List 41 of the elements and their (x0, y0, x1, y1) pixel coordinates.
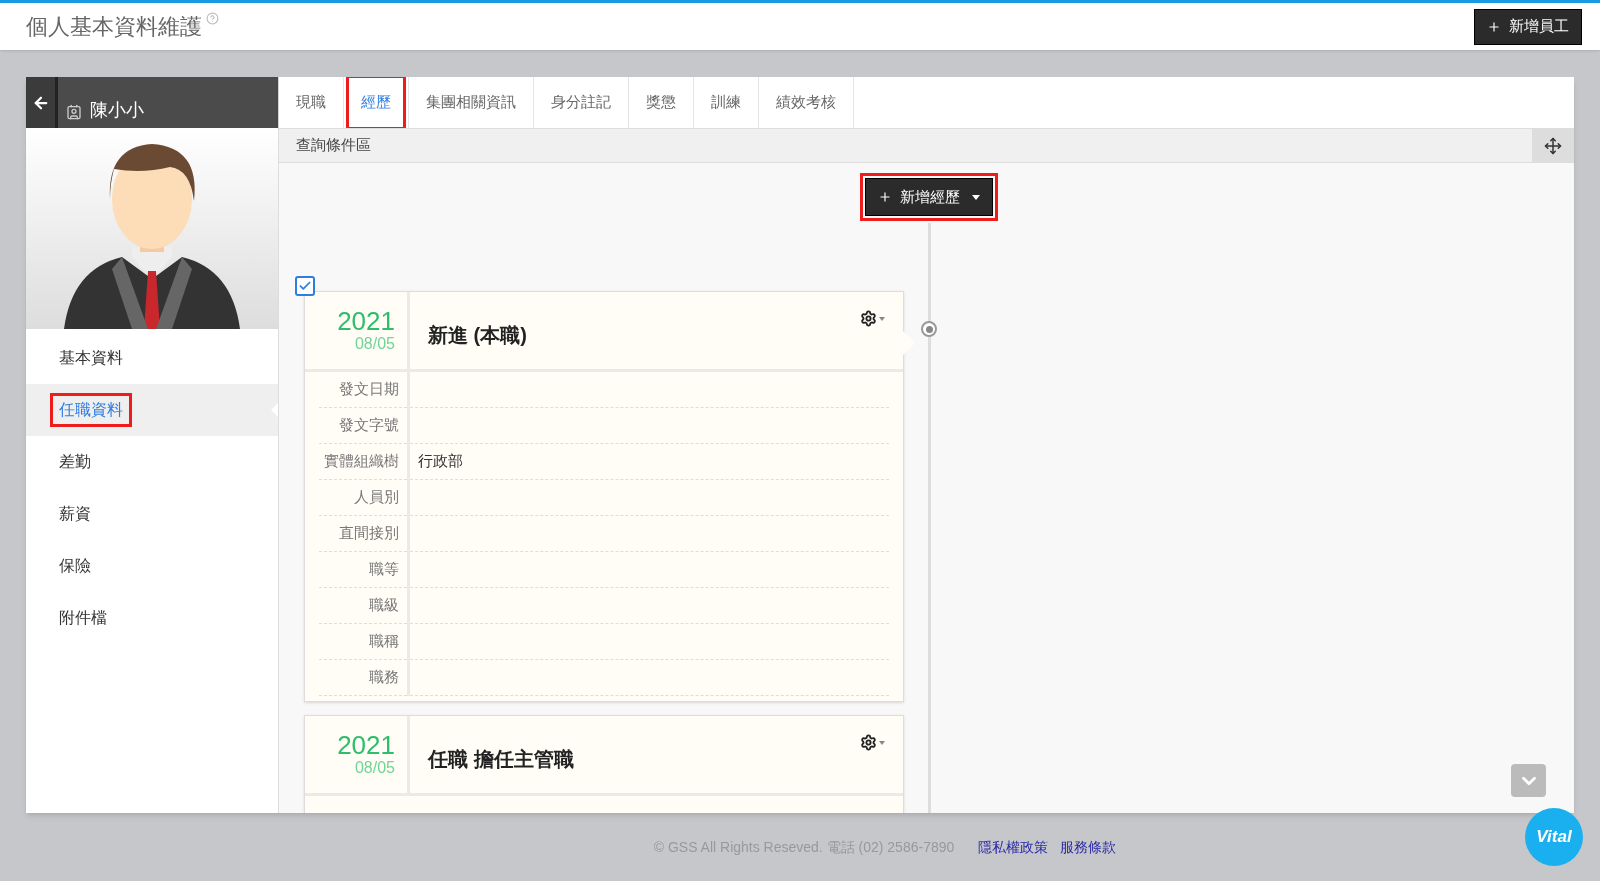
nav-item[interactable]: 任職資料 (26, 384, 278, 436)
expand-button[interactable] (1532, 129, 1574, 162)
record-date: 08/05 (354, 333, 395, 354)
field-label: 直間接別 (339, 523, 399, 544)
footer-link[interactable]: 服務條款 (1060, 836, 1117, 858)
settings-button[interactable] (860, 310, 885, 327)
query-bar-label: 查詢條件區 (296, 135, 371, 156)
checkbox[interactable] (295, 276, 315, 296)
record-year: 2021 (337, 731, 395, 758)
nav-item[interactable]: 保險 (26, 540, 278, 592)
move-icon (1544, 136, 1562, 155)
settings-button[interactable] (860, 734, 885, 751)
field-label: 職稱 (369, 631, 399, 652)
record-title: 新進 (本職) (428, 322, 527, 348)
field-label: 發文字號 (339, 415, 399, 436)
nav-item[interactable]: 薪資 (26, 488, 278, 540)
field-label: 職級 (369, 595, 399, 616)
plus-icon (1487, 19, 1501, 34)
plus-icon (878, 190, 892, 204)
field-value: 行政部 (418, 451, 463, 472)
add-record-button[interactable]: 新增經歷 (865, 178, 993, 216)
field-label: 職等 (369, 559, 399, 580)
check-icon (298, 279, 312, 293)
back-button[interactable] (26, 77, 58, 128)
highlight-frame: 任職資料 (50, 393, 132, 427)
employee-name: 陳小小 (90, 99, 144, 122)
add-employee-button[interactable]: 新增員工 (1474, 8, 1582, 45)
record-title: 任職 擔任主管職 (428, 746, 574, 772)
nav-item[interactable]: 差勤 (26, 436, 278, 488)
record-date: 08/05 (354, 757, 395, 778)
field-label: 人員別 (354, 487, 399, 508)
record-year: 2021 (337, 307, 395, 334)
field-label: 發文日期 (339, 379, 399, 400)
nav-item[interactable]: 基本資料 (26, 332, 278, 384)
field-label: 職務 (369, 667, 399, 688)
id-card-icon (66, 104, 82, 120)
field-label: 實體組織樹 (324, 451, 399, 472)
page-title: 個人基本資料維護 (26, 13, 202, 41)
timeline-node-icon (921, 321, 937, 337)
footer-link[interactable]: 隱私權政策 (978, 836, 1049, 858)
nav-item[interactable]: 附件檔 (26, 592, 278, 644)
